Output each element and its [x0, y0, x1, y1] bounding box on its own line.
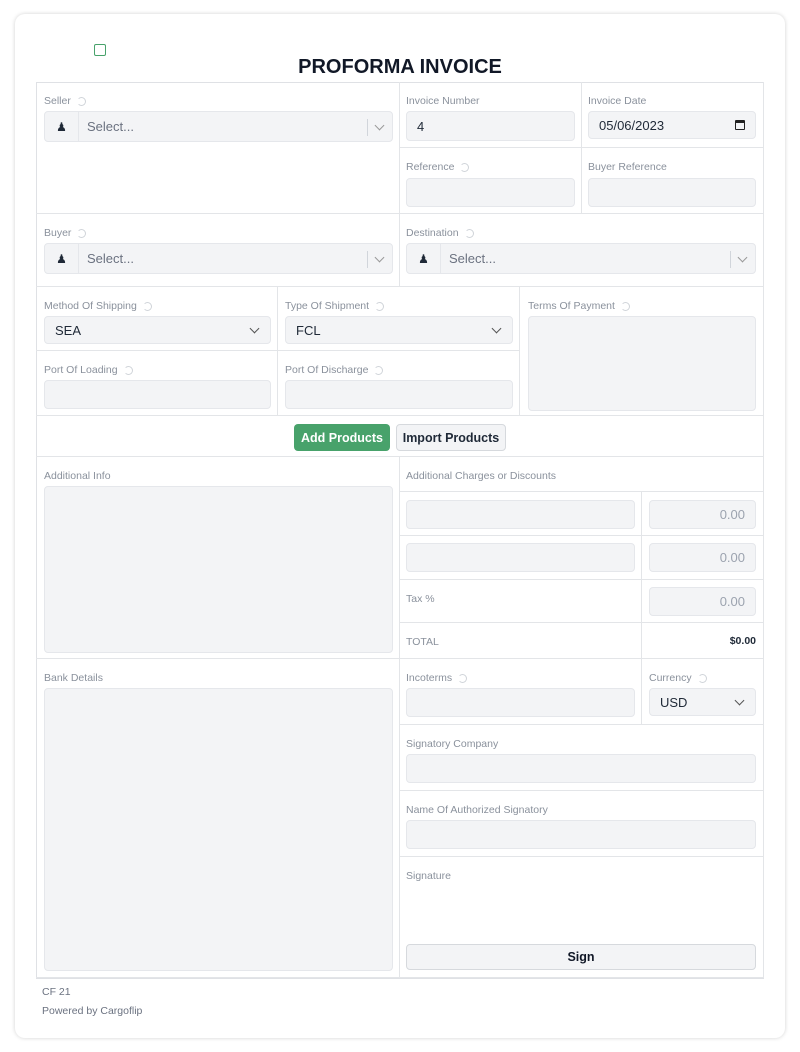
currency-select[interactable]: USD [649, 688, 756, 716]
charge-amount-input[interactable]: 0.00 [649, 543, 756, 572]
buyer-reference-label: Buyer Reference [588, 161, 667, 173]
user-icon: ♟ [407, 244, 441, 273]
authorized-signatory-label: Name Of Authorized Signatory [406, 804, 548, 816]
form-code: CF 21 [42, 986, 71, 998]
tax-label: Tax % [406, 593, 435, 605]
currency-label-text: Currency [649, 672, 692, 684]
charge-amount-input[interactable]: 0.00 [649, 500, 756, 529]
destination-label-text: Destination [406, 227, 459, 239]
bank-details-label: Bank Details [44, 672, 103, 684]
refresh-icon[interactable] [143, 302, 152, 311]
chevron-down-icon [375, 253, 385, 263]
invoice-date-input[interactable]: 05/06/2023 [588, 111, 756, 139]
method-of-shipping-select[interactable]: SEA [44, 316, 271, 344]
terms-of-payment-textarea[interactable] [528, 316, 756, 411]
chevron-down-icon [735, 696, 745, 706]
seller-label-text: Seller [44, 95, 71, 107]
signature-label: Signature [406, 870, 451, 882]
logo-placeholder-icon[interactable] [94, 44, 106, 56]
bank-details-textarea[interactable] [44, 688, 393, 971]
method-of-shipping-label-text: Method Of Shipping [44, 300, 137, 312]
charges-label: Additional Charges or Discounts [406, 470, 556, 482]
chevron-down-icon [375, 121, 385, 131]
port-of-discharge-label: Port Of Discharge [285, 364, 383, 376]
destination-placeholder: Select... [449, 251, 496, 266]
invoice-number-input[interactable]: 4 [406, 111, 575, 141]
signatory-company-label: Signatory Company [406, 738, 498, 750]
type-of-shipment-label-text: Type Of Shipment [285, 300, 369, 312]
method-of-shipping-value: SEA [55, 323, 81, 338]
refresh-icon[interactable] [77, 229, 86, 238]
destination-label: Destination [406, 227, 474, 239]
currency-value: USD [660, 695, 687, 710]
charge-description-input[interactable] [406, 500, 635, 529]
tax-row [400, 580, 642, 623]
terms-of-payment-label-text: Terms Of Payment [528, 300, 615, 312]
buyer-select[interactable]: ♟ Select... [44, 243, 393, 274]
seller-placeholder: Select... [87, 119, 134, 134]
total-label: TOTAL [406, 636, 439, 648]
type-of-shipment-label: Type Of Shipment [285, 300, 384, 312]
page-title: PROFORMA INVOICE [0, 56, 800, 79]
refresh-icon[interactable] [374, 366, 383, 375]
chevron-down-icon [738, 253, 748, 263]
invoice-date-value: 05/06/2023 [599, 118, 664, 133]
chevron-down-icon [492, 324, 502, 334]
refresh-icon[interactable] [465, 229, 474, 238]
buyer-placeholder: Select... [87, 251, 134, 266]
user-icon: ♟ [45, 244, 79, 273]
total-value: $0.00 [730, 635, 756, 647]
tax-input[interactable]: 0.00 [649, 587, 756, 616]
port-of-discharge-label-text: Port Of Discharge [285, 364, 368, 376]
add-products-button[interactable]: Add Products [294, 424, 390, 451]
buyer-label-text: Buyer [44, 227, 71, 239]
reference-label: Reference [406, 161, 469, 173]
reference-input[interactable] [406, 178, 575, 207]
destination-select[interactable]: ♟ Select... [406, 243, 756, 274]
chevron-down-icon [250, 324, 260, 334]
incoterms-label: Incoterms [406, 672, 467, 684]
port-of-loading-input[interactable] [44, 380, 271, 409]
currency-label: Currency [649, 672, 707, 684]
seller-select[interactable]: ♟ Select... [44, 111, 393, 142]
buyer-label: Buyer [44, 227, 86, 239]
invoice-number-label: Invoice Number [406, 95, 480, 107]
seller-label: Seller [44, 95, 86, 107]
additional-info-label: Additional Info [44, 470, 111, 482]
refresh-icon[interactable] [124, 366, 133, 375]
terms-of-payment-label: Terms Of Payment [528, 300, 630, 312]
reference-label-text: Reference [406, 161, 454, 173]
incoterms-label-text: Incoterms [406, 672, 452, 684]
type-of-shipment-select[interactable]: FCL [285, 316, 513, 344]
powered-by: Powered by Cargoflip [42, 1005, 142, 1017]
buyer-reference-input[interactable] [588, 178, 756, 207]
refresh-icon[interactable] [458, 674, 467, 683]
invoice-date-label: Invoice Date [588, 95, 646, 107]
signatory-company-input[interactable] [406, 754, 756, 783]
import-products-button[interactable]: Import Products [396, 424, 506, 451]
port-of-loading-label: Port Of Loading [44, 364, 133, 376]
calendar-icon[interactable] [735, 120, 745, 130]
port-of-discharge-input[interactable] [285, 380, 513, 409]
refresh-icon[interactable] [77, 97, 86, 106]
port-of-loading-label-text: Port Of Loading [44, 364, 118, 376]
type-of-shipment-value: FCL [296, 323, 321, 338]
refresh-icon[interactable] [375, 302, 384, 311]
refresh-icon[interactable] [460, 163, 469, 172]
sign-button[interactable]: Sign [406, 944, 756, 970]
incoterms-input[interactable] [406, 688, 635, 717]
additional-info-textarea[interactable] [44, 486, 393, 653]
refresh-icon[interactable] [698, 674, 707, 683]
charge-description-input[interactable] [406, 543, 635, 572]
seller-cell [36, 82, 400, 214]
refresh-icon[interactable] [621, 302, 630, 311]
method-of-shipping-label: Method Of Shipping [44, 300, 152, 312]
user-icon: ♟ [45, 112, 79, 141]
authorized-signatory-input[interactable] [406, 820, 756, 849]
